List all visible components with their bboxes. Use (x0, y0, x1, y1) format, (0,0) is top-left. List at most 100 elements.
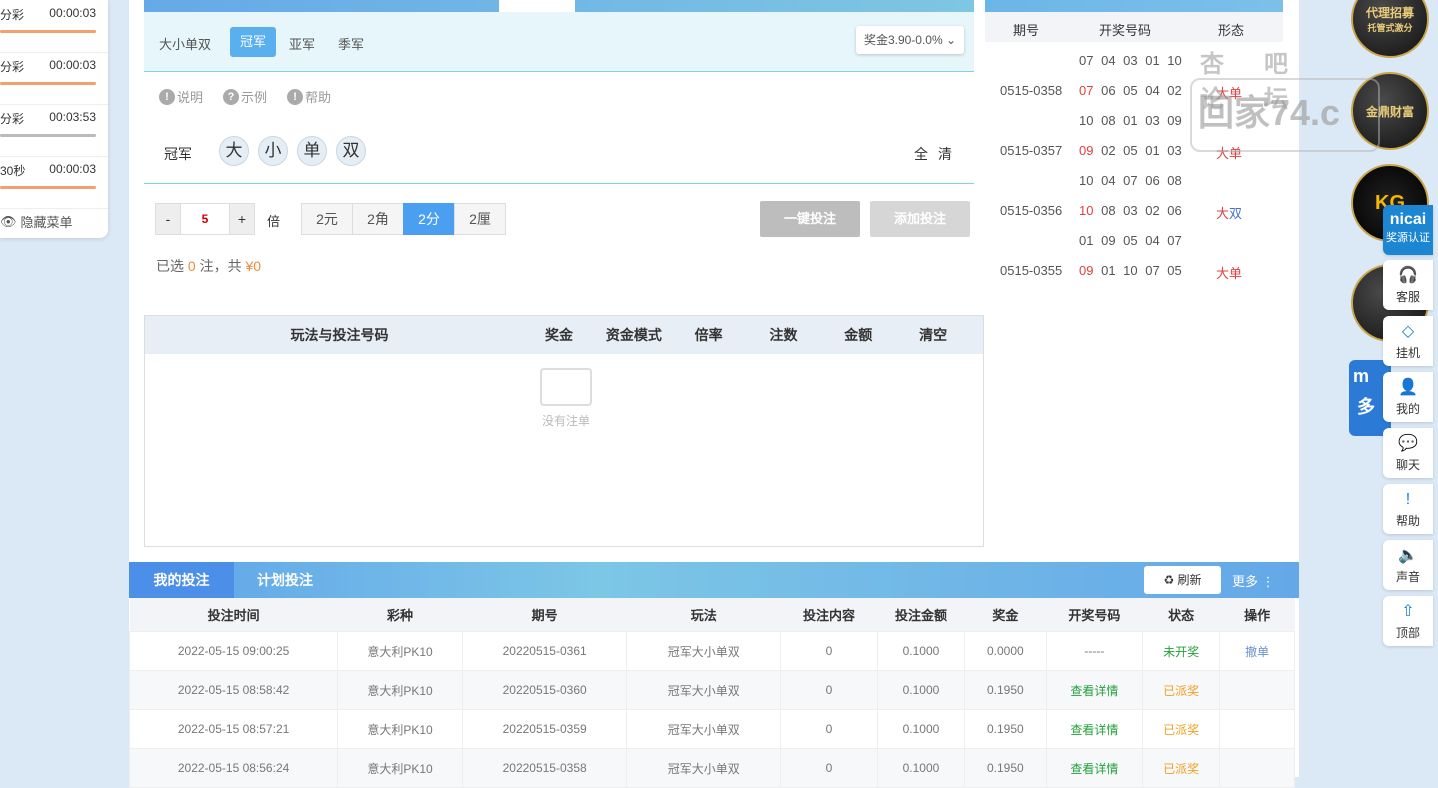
history-numbers: 10 04 07 06 08 (1079, 173, 1182, 188)
lottery-name: 分彩 (0, 8, 25, 22)
ball-big[interactable]: 大 (219, 136, 249, 166)
history-row: 0515-0355 09 01 10 07 05 大单 (985, 255, 1283, 285)
bet-row: 2022-05-15 09:00:25 意大利PK10 20220515-0361 冠… (128, 631, 1295, 671)
view-details-link[interactable]: 查看详情 (1045, 670, 1143, 710)
bet-cell: 2022-05-15 08:56:24 (128, 748, 339, 788)
minus-button[interactable]: - (155, 203, 181, 235)
bet-cell: 冠军大小单双 (626, 670, 782, 710)
first-number: 07 (1079, 83, 1094, 98)
add-bet-button[interactable]: 添加投注 (870, 201, 970, 237)
play-tabs[interactable] (144, 0, 974, 12)
bet-cell: 20220515-0358 (461, 748, 628, 788)
history-numbers: 07 04 03 01 10 (1079, 53, 1182, 68)
bet-cell: 0.1000 (877, 709, 965, 749)
col-play: 玩法与投注号码 (290, 327, 389, 343)
toolbar-label: 帮助 (1395, 514, 1420, 528)
unit-yuan[interactable]: 2元 (301, 203, 353, 235)
history-header: 期号 开奖号码 形态 (985, 12, 1283, 42)
other-numbers: 01 10 07 05 (1101, 263, 1182, 278)
history-col-issue: 期号 (1013, 23, 1040, 38)
tab-plan-bets[interactable]: 计划投注 (257, 562, 313, 598)
unit-jiao[interactable]: 2角 (352, 203, 404, 235)
view-details-link[interactable]: 查看详情 (1045, 709, 1143, 749)
col-rate: 倍率 (694, 327, 723, 343)
example-link[interactable]: ? 示例 (223, 87, 267, 106)
lottery-row[interactable]: 分彩 00:00:03 (0, 52, 108, 105)
prize-select[interactable]: 奖金3.90-0.0% ⌄ (856, 26, 964, 54)
unit-li[interactable]: 2厘 (454, 203, 506, 235)
explain-link[interactable]: ! 说明 (159, 87, 203, 106)
refresh-button[interactable]: ♻ 刷新 (1144, 566, 1221, 594)
countdown-bar (0, 186, 96, 189)
help-link[interactable]: ! 帮助 (287, 87, 331, 106)
bet-cell: 意大利PK10 (337, 670, 463, 710)
col-mode: 资金模式 (605, 327, 662, 343)
watermark-logo: 回家74.c (1190, 78, 1380, 152)
selection-count: 0 (187, 258, 196, 274)
toolbar-item[interactable]: ⇧ 顶部 (1383, 596, 1433, 646)
multiplier-unit: 倍 (267, 214, 281, 229)
tab-active[interactable] (499, 0, 575, 12)
toolbar-item[interactable]: ◇ 挂机 (1383, 316, 1433, 366)
diamond-icon: ◇ (1401, 323, 1415, 340)
bet-cell: 0 (780, 748, 879, 788)
bet-cell: 0.1000 (877, 748, 965, 788)
bet-status: 已派奖 (1141, 748, 1221, 788)
toolbar-label: 聊天 (1395, 458, 1420, 472)
clear-button[interactable]: 清 (938, 146, 962, 162)
clear-list-button[interactable]: 清空 (883, 316, 983, 354)
first-number: 07 (1079, 53, 1094, 68)
hide-menu-button[interactable]: 👁 隐藏菜单 (0, 212, 73, 231)
recycle-icon: ♻ (1163, 573, 1175, 587)
lottery-row[interactable]: 30秒 00:00:03 (0, 156, 108, 209)
other-numbers: 08 03 02 06 (1101, 203, 1182, 218)
lottery-name: 分彩 (0, 60, 25, 74)
ball-even[interactable]: 双 (336, 136, 366, 166)
other-numbers: 04 03 01 10 (1101, 53, 1182, 68)
lottery-row[interactable]: 分彩 00:03:53 (0, 104, 108, 157)
history-issue: 0515-0356 (1000, 203, 1063, 218)
subtab-third[interactable]: 季军 (338, 34, 364, 53)
lottery-row[interactable]: 分彩 00:00:03 (0, 0, 108, 53)
toolbar-item[interactable]: ! 帮助 (1383, 484, 1433, 534)
history-numbers: 10 08 01 03 09 (1079, 113, 1182, 128)
bet-list-header: 玩法与投注号码 奖金 资金模式 倍率 注数 金额 清空 (145, 316, 983, 354)
ball-odd[interactable]: 单 (297, 136, 327, 166)
bet-status: 已派奖 (1141, 670, 1221, 710)
subtab-champion[interactable]: 冠军 (230, 27, 277, 57)
more-label: 更多 (1232, 574, 1259, 589)
badge1-title: 代理招募 (1365, 6, 1414, 20)
tab-my-bets[interactable]: 我的投注 (129, 562, 234, 598)
bet-cell: 0.1950 (963, 709, 1047, 749)
other-numbers: 08 01 03 09 (1101, 113, 1182, 128)
bet-list: 玩法与投注号码 奖金 资金模式 倍率 注数 金额 清空 没有注单 (144, 315, 984, 547)
cert-brand: nicai (1389, 211, 1427, 228)
cancel-bet-button[interactable]: 撤单 (1219, 631, 1295, 671)
toolbar-item[interactable]: 👤 我的 (1383, 372, 1433, 422)
view-details-link[interactable]: 查看详情 (1045, 748, 1143, 788)
bet-cell: 0.1950 (963, 670, 1047, 710)
vertical-dots-icon: ⋮ (1261, 574, 1275, 589)
bets-col-header: 状态 (1142, 598, 1220, 632)
countdown: 00:00:03 (49, 162, 96, 176)
countdown: 00:03:53 (49, 110, 96, 124)
unit-fen[interactable]: 2分 (403, 203, 455, 235)
pick-label: 冠军 (164, 146, 192, 162)
multiplier-input[interactable]: 5 (181, 203, 229, 235)
ball-small[interactable]: 小 (258, 136, 288, 166)
bet-cell: 0.1000 (877, 631, 965, 671)
plus-button[interactable]: + (229, 203, 255, 235)
bet-cell: 2022-05-15 09:00:25 (128, 631, 339, 671)
bet-status: 未开奖 (1141, 631, 1221, 671)
countdown-bar (0, 30, 96, 33)
select-all-button[interactable]: 全 (914, 146, 938, 162)
quick-bet-button[interactable]: 一键投注 (760, 201, 860, 237)
more-button[interactable]: 更多 ⋮ (1232, 571, 1275, 590)
eye-hidden-icon: 👁 (0, 213, 17, 229)
toolbar-item[interactable]: 🎧 客服 (1383, 260, 1433, 310)
toolbar-item[interactable]: 💬 聊天 (1383, 428, 1433, 478)
toolbar-item[interactable]: 🔈 声音 (1383, 540, 1433, 590)
bet-cell: 20220515-0361 (461, 631, 628, 671)
subtab-runnerup[interactable]: 亚军 (289, 34, 315, 53)
cert-badge[interactable]: nicai 奖源认证 (1383, 205, 1433, 255)
